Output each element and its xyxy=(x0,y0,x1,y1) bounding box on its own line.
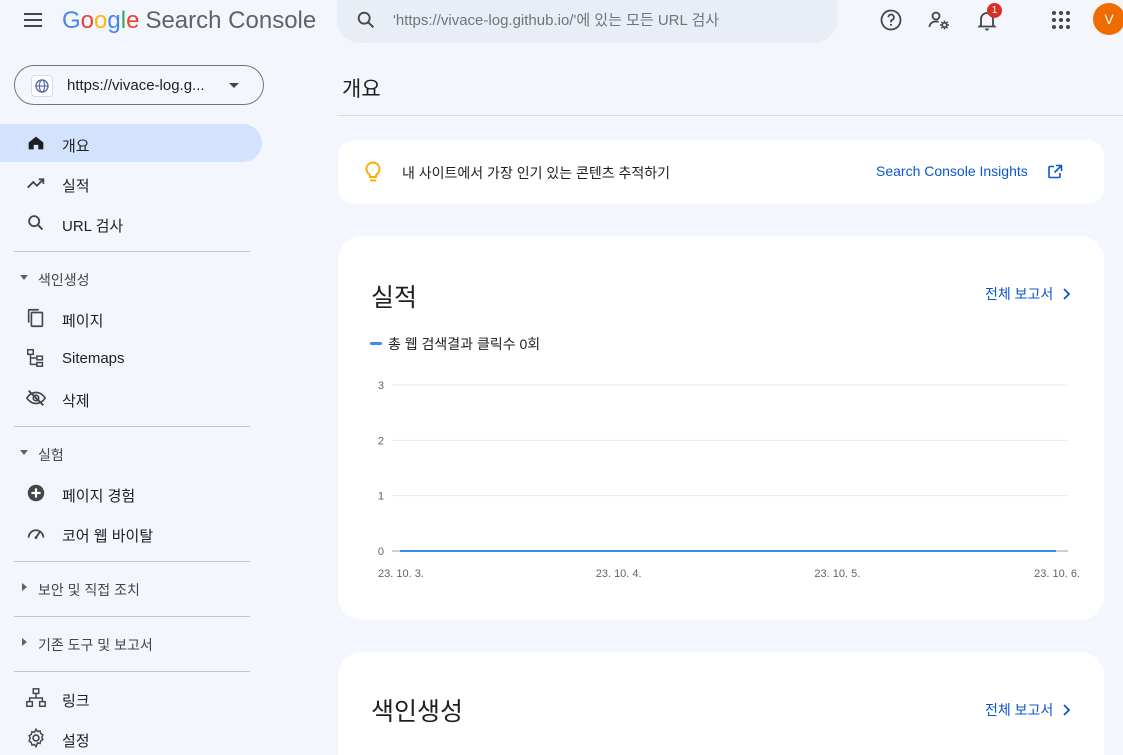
globe-icon xyxy=(31,75,53,97)
x-tick-label: 23. 10. 5. xyxy=(814,568,860,580)
sidebar-section-legacy-tools[interactable]: 기존 도구 및 보고서 xyxy=(0,624,262,662)
performance-full-report-link[interactable]: 전체 보고서 xyxy=(985,284,1073,304)
x-tick-label: 23. 10. 4. xyxy=(596,568,642,580)
apps-grid-icon[interactable] xyxy=(1049,8,1073,32)
performance-chart: 0 1 2 3 23. 10. 3. 23. 10. 4. 23. 10. 5. 23. 10… xyxy=(378,380,1080,580)
insights-card: 내 사이트에서 가장 인기 있는 콘텐츠 추적하기 Search Console… xyxy=(338,140,1104,204)
visibility-off-icon xyxy=(25,387,47,409)
header-divider xyxy=(337,115,1123,116)
sidebar-item-overview[interactable]: 개요 xyxy=(0,124,262,162)
sidebar-item-core-web-vitals[interactable]: 코어 웹 바이탈 xyxy=(0,514,262,552)
speedometer-icon xyxy=(25,522,47,544)
x-tick-label: 23. 10. 3. xyxy=(378,568,424,580)
sidebar-divider xyxy=(14,671,250,672)
user-settings-icon[interactable] xyxy=(927,8,951,32)
x-tick-label: 23. 10. 6. xyxy=(1034,568,1080,580)
page-title: 개요 xyxy=(342,78,381,101)
chart-legend[interactable]: 총 웹 검색결과 클릭수 0회 xyxy=(370,334,540,354)
expand-less-icon xyxy=(20,450,28,455)
y-tick-label: 3 xyxy=(378,380,384,392)
sidebar-divider xyxy=(14,251,250,252)
sidebar-item-removals[interactable]: 삭제 xyxy=(0,379,262,417)
sidebar-item-page-experience[interactable]: 페이지 경험 xyxy=(0,474,262,512)
insights-link[interactable]: Search Console Insights xyxy=(876,163,1028,179)
sidebar-section-experience[interactable]: 실험 xyxy=(0,434,262,472)
sidebar-divider xyxy=(14,561,250,562)
property-selector[interactable]: https://vivace-log.g... xyxy=(14,65,264,105)
top-app-bar: GoogleSearch Console 1 V xyxy=(0,0,1123,43)
account-avatar[interactable]: V xyxy=(1093,3,1123,35)
indexing-full-report-link[interactable]: 전체 보고서 xyxy=(985,700,1073,720)
sidebar-section-indexing[interactable]: 색인생성 xyxy=(0,259,262,297)
legend-label: 총 웹 검색결과 클릭수 0회 xyxy=(388,336,541,352)
sidebar-section-security[interactable]: 보안 및 직접 조치 xyxy=(0,569,262,607)
chevron-right-icon xyxy=(1059,703,1073,717)
main-menu-icon[interactable] xyxy=(22,9,46,31)
indexing-card: 색인생성 전체 보고서 xyxy=(338,652,1104,755)
performance-card: 실적 전체 보고서 총 웹 검색결과 클릭수 0회 0 1 2 3 23. 10. 3.… xyxy=(338,236,1104,620)
y-tick-label: 0 xyxy=(378,546,384,558)
product-name: Search Console xyxy=(145,7,317,34)
links-icon xyxy=(25,687,47,709)
sidebar-item-sitemaps[interactable]: Sitemaps xyxy=(0,339,262,377)
sitemap-icon xyxy=(25,347,47,369)
search-console-logo[interactable]: Google Search Console xyxy=(62,7,316,35)
trending-up-icon xyxy=(25,172,47,194)
help-icon[interactable] xyxy=(879,8,903,32)
property-url: https://vivace-log.g... xyxy=(67,77,205,94)
search-input[interactable] xyxy=(393,6,813,34)
expand-more-icon xyxy=(22,638,27,646)
search-icon xyxy=(25,212,47,234)
y-tick-label: 1 xyxy=(378,491,384,503)
performance-title: 실적 xyxy=(371,284,418,312)
indexing-title: 색인생성 xyxy=(371,698,464,726)
insights-message: 내 사이트에서 가장 인기 있는 콘텐츠 추적하기 xyxy=(402,165,671,181)
sidebar-item-performance[interactable]: 실적 xyxy=(0,164,262,202)
expand-less-icon xyxy=(20,275,28,280)
chevron-right-icon xyxy=(1059,287,1073,301)
notification-badge: 1 xyxy=(987,3,1002,18)
sidebar-divider xyxy=(14,616,250,617)
sidebar-divider xyxy=(14,426,250,427)
legend-swatch xyxy=(370,342,382,345)
add-circle-icon xyxy=(25,482,47,504)
home-icon xyxy=(25,132,47,154)
url-inspection-search[interactable] xyxy=(337,0,837,43)
sidebar-item-settings[interactable]: 설정 xyxy=(0,719,262,755)
expand-more-icon xyxy=(22,583,27,591)
dropdown-arrow-icon xyxy=(229,83,239,88)
sidebar-item-pages[interactable]: 페이지 xyxy=(0,299,262,337)
sidebar-item-links[interactable]: 링크 xyxy=(0,679,262,717)
search-icon[interactable] xyxy=(355,9,377,31)
y-tick-label: 2 xyxy=(378,435,384,447)
settings-icon xyxy=(25,727,47,749)
open-in-new-icon[interactable] xyxy=(1047,164,1063,180)
sidebar-item-url-inspection[interactable]: URL 검사 xyxy=(0,204,262,242)
pages-icon xyxy=(25,307,47,329)
lightbulb-icon xyxy=(362,160,384,184)
